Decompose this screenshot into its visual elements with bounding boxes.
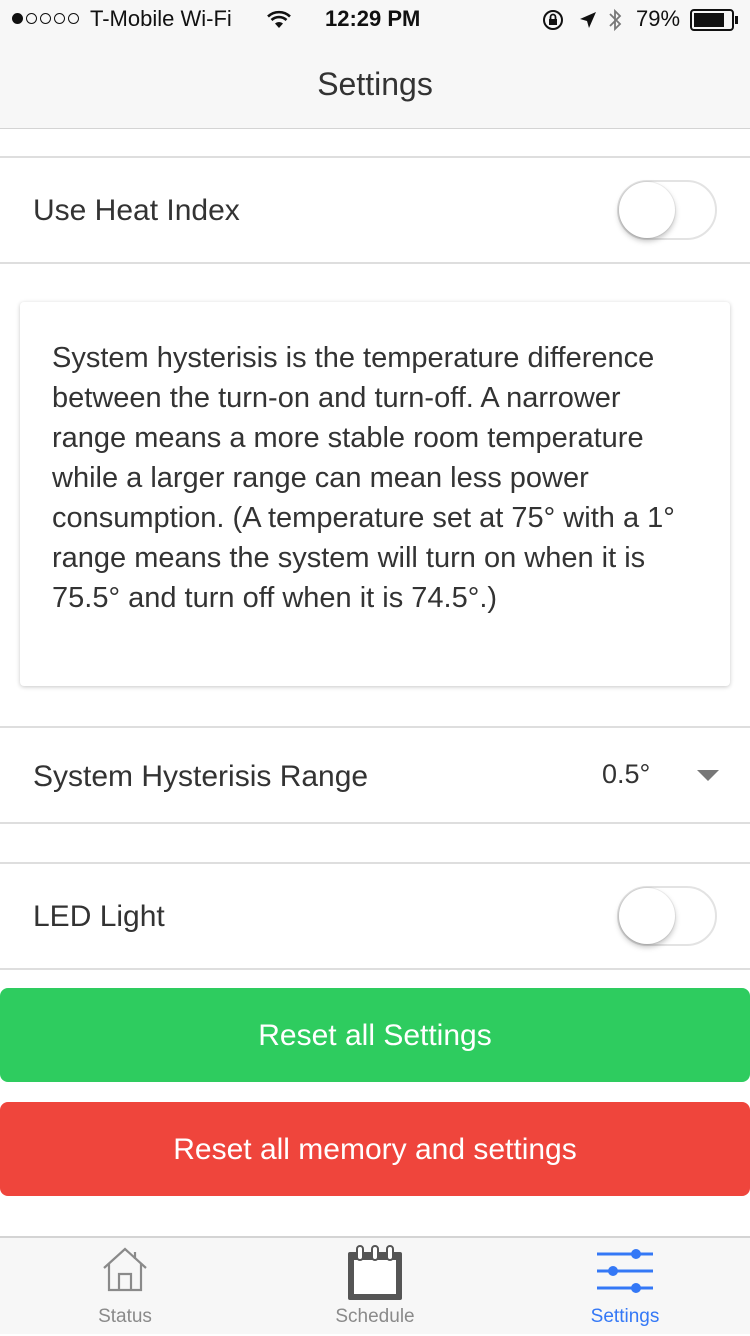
heat-index-label: Use Heat Index [33, 194, 240, 227]
nav-bar: Settings [0, 40, 750, 129]
heat-index-toggle[interactable] [617, 180, 717, 240]
clock: 12:29 PM [325, 6, 421, 31]
led-light-label: LED Light [33, 900, 165, 933]
dropdown-arrow-icon[interactable] [697, 770, 719, 782]
page-title: Settings [317, 66, 433, 102]
toggle-knob [619, 182, 675, 238]
tab-schedule-label: Schedule [335, 1306, 415, 1327]
location-arrow-icon [580, 12, 596, 28]
tab-bar: Status Schedule Settings [0, 1236, 750, 1334]
hysteresis-info-text: System hysterisis is the temperature dif… [52, 342, 675, 614]
led-light-toggle[interactable] [617, 886, 717, 946]
hysteresis-info-card: System hysterisis is the temperature dif… [20, 302, 730, 686]
wifi-icon [267, 10, 291, 28]
reset-memory-button[interactable]: Reset all memory and settings [0, 1102, 750, 1196]
house-icon [103, 1247, 147, 1292]
reset-settings-button[interactable]: Reset all Settings [0, 988, 750, 1082]
hysteresis-range-row[interactable]: System Hysterisis Range 0.5° [0, 726, 750, 824]
toggle-knob [619, 888, 675, 944]
rotation-lock-icon [543, 10, 563, 30]
tab-schedule[interactable]: Schedule [250, 1238, 500, 1336]
tab-settings-label: Settings [590, 1306, 660, 1327]
carrier-name: T-Mobile Wi-Fi [90, 6, 232, 31]
battery-icon [690, 9, 738, 31]
heat-index-row: Use Heat Index [0, 156, 750, 264]
sliders-icon [597, 1249, 653, 1293]
bluetooth-icon [609, 8, 622, 32]
tab-settings[interactable]: Settings [500, 1238, 750, 1336]
calendar-icon [348, 1245, 402, 1300]
led-light-row: LED Light [0, 862, 750, 970]
hysteresis-range-label: System Hysterisis Range [33, 760, 369, 793]
status-bar: T-Mobile Wi-Fi 12:29 PM 79% [0, 0, 750, 40]
signal-strength-icon [12, 13, 79, 24]
tab-status-label: Status [98, 1306, 152, 1327]
battery-percent: 79% [636, 6, 681, 31]
hysteresis-range-value[interactable]: 0.5° [602, 759, 650, 790]
tab-status[interactable]: Status [0, 1238, 250, 1336]
